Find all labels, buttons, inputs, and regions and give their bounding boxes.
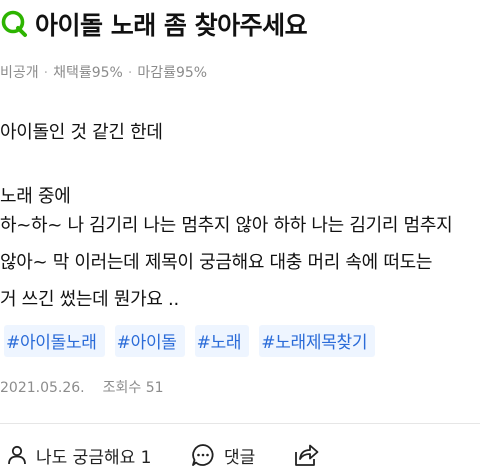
tag-list: #아이돌노래 #아이돌 #노래 #노래제목찾기 <box>4 325 376 357</box>
question-meta: 비공개 · 채택률95% · 마감률95% <box>0 65 208 81</box>
q-icon <box>1 10 27 37</box>
curious-label: 나도 궁금해요 1 <box>36 447 152 468</box>
comment-icon <box>192 444 214 466</box>
body-line: 않아~ 막 이러는데 제목이 궁금해요 대충 머리 속에 떠도는 <box>0 252 433 273</box>
comment-label: 댓글 <box>224 447 256 468</box>
tag-item[interactable]: #노래제목찾기 <box>259 325 376 357</box>
body-line: 하~하~ 나 김기리 나는 멈추지 않아 하하 나는 김기리 멈추지 <box>0 215 453 236</box>
question-title: 아이돌 노래 좀 찾아주세요 <box>35 11 308 40</box>
comment-button[interactable]: 댓글 <box>190 435 255 475</box>
close-rate: 마감률95% <box>137 65 208 81</box>
post-date: 2021.05.26. <box>0 380 85 396</box>
post-info: 2021.05.26. 조회수 51 <box>0 377 164 397</box>
tag-item[interactable]: #아이돌노래 <box>4 325 105 357</box>
curious-button[interactable]: 나도 궁금해요 1 <box>6 435 151 475</box>
divider <box>0 423 480 424</box>
visibility-label: 비공개 <box>0 65 39 81</box>
tag-item[interactable]: #노래 <box>194 325 250 357</box>
body-line: 아이돌인 것 같긴 한데 <box>0 122 163 143</box>
body-line: 거 쓰긴 썼는데 뭔가요 .. <box>0 289 179 310</box>
share-icon <box>295 444 319 466</box>
tag-item[interactable]: #아이돌 <box>114 325 185 357</box>
body-line: 노래 중에 <box>0 186 71 207</box>
adopt-rate: 채택률95% <box>53 65 123 81</box>
person-icon <box>8 445 26 465</box>
view-count: 조회수 51 <box>102 380 164 396</box>
share-button[interactable] <box>292 435 320 475</box>
